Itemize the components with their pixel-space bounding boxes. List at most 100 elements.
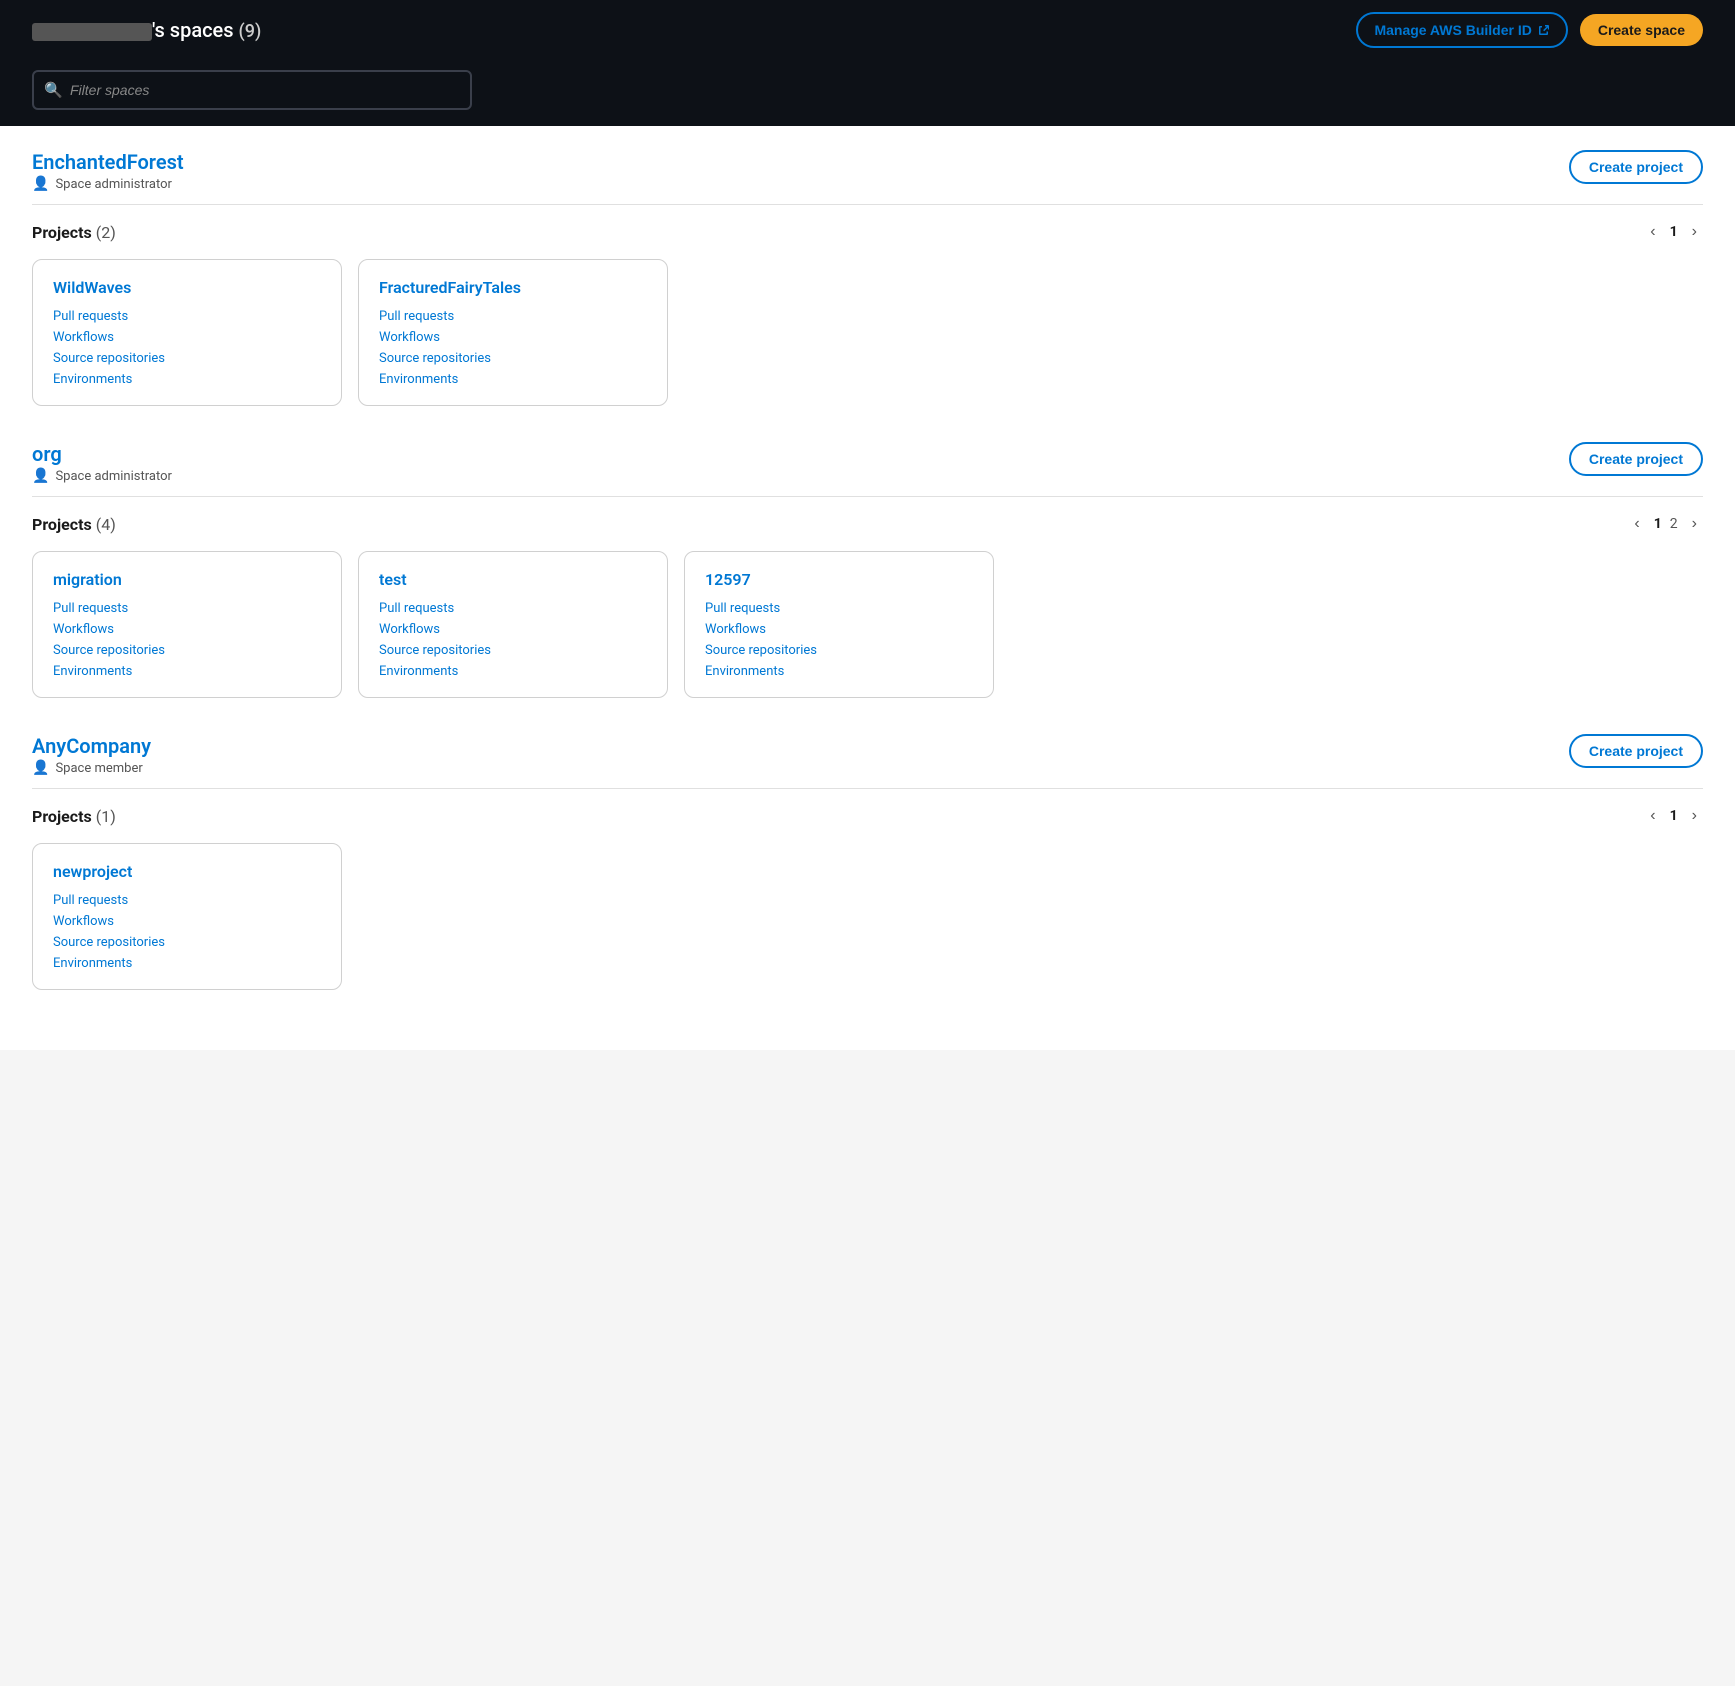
space-name-enchantedforest[interactable]: EnchantedForest	[32, 150, 184, 174]
pagination-total-org: 2	[1670, 516, 1678, 532]
project-links-newproject: Pull requests Workflows Source repositorie…	[53, 893, 321, 971]
project-links-migration: Pull requests Workflows Source repositorie…	[53, 601, 321, 679]
project-name-test[interactable]: test	[379, 570, 647, 589]
title-suffix: 's spaces	[152, 18, 234, 42]
project-link-pull-requests[interactable]: Pull requests	[53, 893, 321, 908]
project-link-workflows[interactable]: Workflows	[379, 622, 647, 637]
project-link-source-repositories[interactable]: Source repositories	[379, 643, 647, 658]
project-link-environments[interactable]: Environments	[379, 664, 647, 679]
project-link-environments[interactable]: Environments	[379, 372, 647, 387]
table-row: FracturedFairyTales Pull requests Workflow…	[358, 259, 668, 406]
role-label: Space administrator	[55, 469, 171, 484]
filter-spaces-input[interactable]	[32, 70, 472, 110]
project-link-source-repositories[interactable]: Source repositories	[53, 643, 321, 658]
project-links-test: Pull requests Workflows Source repositorie…	[379, 601, 647, 679]
project-link-workflows[interactable]: Workflows	[705, 622, 973, 637]
projects-grid-org: migration Pull requests Workflows Source re…	[32, 551, 1703, 698]
manage-aws-builder-id-button[interactable]: Manage AWS Builder ID	[1356, 12, 1567, 48]
person-icon: 👤	[32, 176, 49, 192]
project-link-workflows[interactable]: Workflows	[379, 330, 647, 345]
role-label: Space member	[55, 761, 142, 776]
project-links-FracturedFairyTales: Pull requests Workflows Source repositorie…	[379, 309, 647, 387]
table-row: test Pull requests Workflows Source reposit…	[358, 551, 668, 698]
space-role-org: 👤 Space administrator	[32, 468, 172, 484]
create-project-button-anycompany[interactable]: Create project	[1569, 734, 1703, 768]
project-link-pull-requests[interactable]: Pull requests	[705, 601, 973, 616]
create-project-button-enchantedforest[interactable]: Create project	[1569, 150, 1703, 184]
space-info-org: org 👤 Space administrator	[32, 442, 172, 484]
pagination-next-org[interactable]: ›	[1686, 513, 1703, 535]
project-name-12597[interactable]: 12597	[705, 570, 973, 589]
pagination-org: ‹12›	[1628, 513, 1703, 535]
project-link-pull-requests[interactable]: Pull requests	[379, 601, 647, 616]
space-info-anycompany: AnyCompany 👤 Space member	[32, 734, 151, 776]
project-link-workflows[interactable]: Workflows	[53, 330, 321, 345]
pagination-prev-org[interactable]: ‹	[1628, 513, 1645, 535]
person-icon: 👤	[32, 760, 49, 776]
projects-count: (4)	[96, 515, 116, 534]
space-header-org: org 👤 Space administrator Create project	[32, 442, 1703, 484]
projects-title-anycompany: Projects (1)	[32, 807, 116, 826]
project-link-workflows[interactable]: Workflows	[53, 914, 321, 929]
pagination-current-anycompany: 1	[1670, 808, 1678, 824]
spaces-count: (9)	[239, 21, 262, 42]
pagination-enchantedforest: ‹1›	[1644, 221, 1703, 243]
search-wrapper: 🔍	[32, 70, 472, 110]
projects-header-enchantedforest: Projects (2)‹1›	[32, 221, 1703, 243]
project-link-source-repositories[interactable]: Source repositories	[53, 351, 321, 366]
project-name-FracturedFairyTales[interactable]: FracturedFairyTales	[379, 278, 647, 297]
pagination-next-enchantedforest[interactable]: ›	[1686, 221, 1703, 243]
projects-header-anycompany: Projects (1) ‹ 1 ›	[32, 805, 1703, 827]
project-name-migration[interactable]: migration	[53, 570, 321, 589]
project-link-pull-requests[interactable]: Pull requests	[53, 309, 321, 324]
project-link-workflows[interactable]: Workflows	[53, 622, 321, 637]
search-bar: 🔍	[0, 60, 1735, 126]
project-link-environments[interactable]: Environments	[53, 664, 321, 679]
space-role-enchantedforest: 👤 Space administrator	[32, 176, 184, 192]
project-link-environments[interactable]: Environments	[705, 664, 973, 679]
divider	[32, 204, 1703, 205]
main-content: EnchantedForest 👤 Space administrator Creat…	[0, 126, 1735, 1050]
role-label: Space administrator	[55, 177, 171, 192]
pagination-anycompany: ‹ 1 ›	[1644, 805, 1703, 827]
top-bar-actions: Manage AWS Builder ID Create space	[1356, 12, 1703, 48]
table-row: migration Pull requests Workflows Source re…	[32, 551, 342, 698]
projects-header-org: Projects (4)‹12›	[32, 513, 1703, 535]
space-role-anycompany: 👤 Space member	[32, 760, 151, 776]
space-section-org: org👤Space administratorCreate projectPro…	[32, 442, 1703, 698]
project-link-pull-requests[interactable]: Pull requests	[53, 601, 321, 616]
create-space-button[interactable]: Create space	[1580, 14, 1703, 46]
table-row: newproject Pull requests Workflows Source r…	[32, 843, 342, 990]
create-project-button-org[interactable]: Create project	[1569, 442, 1703, 476]
page-title: 's spaces (9)	[32, 18, 261, 42]
project-link-environments[interactable]: Environments	[53, 956, 321, 971]
table-row: WildWaves Pull requests Workflows Source re…	[32, 259, 342, 406]
projects-grid-anycompany: newproject Pull requests Workflows Source r…	[32, 843, 1703, 990]
manage-btn-label: Manage AWS Builder ID	[1374, 22, 1531, 38]
project-links-12597: Pull requests Workflows Source repositorie…	[705, 601, 973, 679]
project-link-environments[interactable]: Environments	[53, 372, 321, 387]
space-header-enchantedforest: EnchantedForest 👤 Space administrator Creat…	[32, 150, 1703, 192]
divider	[32, 788, 1703, 789]
space-section-enchantedforest: EnchantedForest 👤 Space administrator Creat…	[32, 150, 1703, 406]
space-name-anycompany[interactable]: AnyCompany	[32, 734, 151, 758]
project-link-source-repositories[interactable]: Source repositories	[705, 643, 973, 658]
create-space-label: Create space	[1598, 22, 1685, 38]
username-redacted	[32, 23, 152, 41]
pagination-prev-enchantedforest[interactable]: ‹	[1644, 221, 1661, 243]
search-icon: 🔍	[44, 81, 63, 99]
space-name-org[interactable]: org	[32, 442, 62, 466]
person-icon: 👤	[32, 468, 49, 484]
space-header-anycompany: AnyCompany 👤 Space member Create project	[32, 734, 1703, 776]
space-section-anycompany: AnyCompany 👤 Space member Create project Pro…	[32, 734, 1703, 990]
space-info-enchantedforest: EnchantedForest 👤 Space administrator	[32, 150, 184, 192]
project-link-pull-requests[interactable]: Pull requests	[379, 309, 647, 324]
project-name-newproject[interactable]: newproject	[53, 862, 321, 881]
pagination-next-anycompany[interactable]: ›	[1686, 805, 1703, 827]
divider	[32, 496, 1703, 497]
project-link-source-repositories[interactable]: Source repositories	[379, 351, 647, 366]
project-name-WildWaves[interactable]: WildWaves	[53, 278, 321, 297]
table-row: 12597 Pull requests Workflows Source reposi…	[684, 551, 994, 698]
pagination-prev-anycompany[interactable]: ‹	[1644, 805, 1661, 827]
project-link-source-repositories[interactable]: Source repositories	[53, 935, 321, 950]
